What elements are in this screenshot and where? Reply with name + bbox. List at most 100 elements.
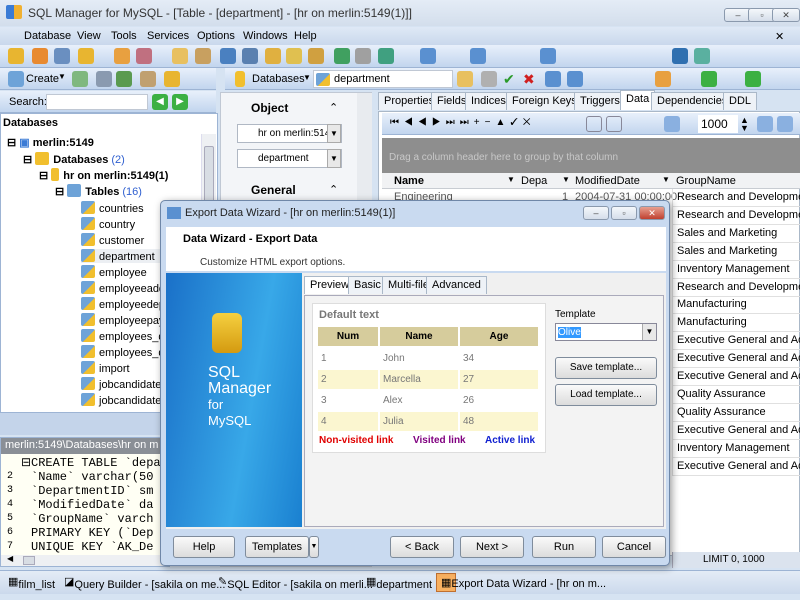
limit-input[interactable]: 1000 xyxy=(698,115,738,133)
tree-table-item[interactable]: employee xyxy=(81,265,147,279)
cell-groupname[interactable]: Executive General and Admi xyxy=(672,421,800,440)
disconnect-icon[interactable] xyxy=(136,48,152,64)
column-filter-icon[interactable]: ▼ xyxy=(562,175,570,184)
help-button[interactable]: Help xyxy=(173,536,235,558)
register-icon[interactable] xyxy=(54,48,70,64)
tree-table-item-selected[interactable]: department xyxy=(81,249,161,263)
window-icon[interactable] xyxy=(420,48,436,64)
templates-button[interactable]: Templates xyxy=(245,536,309,558)
properties-icon[interactable] xyxy=(140,71,156,87)
menu-services[interactable]: Services xyxy=(147,30,189,42)
print-data-icon[interactable] xyxy=(481,71,497,87)
page-prev-icon[interactable] xyxy=(664,116,680,132)
settings-icon[interactable] xyxy=(672,48,688,64)
next-button[interactable]: Next > xyxy=(460,536,524,558)
tree-tables[interactable]: ⊟ Tables (16) xyxy=(55,184,142,198)
cell-groupname[interactable]: Executive General and Admi xyxy=(672,457,800,476)
code-line[interactable]: `DepartmentID` sm xyxy=(31,484,153,498)
db-props-icon[interactable] xyxy=(78,48,94,64)
collapse-general-icon[interactable]: ⌃ xyxy=(329,183,338,196)
sql-editor-icon[interactable] xyxy=(172,48,188,64)
page-next-icon[interactable] xyxy=(757,116,773,132)
code-line[interactable]: `Name` varchar(50 xyxy=(31,470,153,484)
search-next-icon[interactable]: ▶ xyxy=(172,94,188,110)
object-combo[interactable]: department xyxy=(313,70,453,88)
limit-spinner[interactable]: ▲ ▼ xyxy=(740,116,749,133)
editor-hscrollbar[interactable]: ◀ xyxy=(1,554,169,566)
search-input[interactable] xyxy=(46,94,148,110)
dialog-close-button[interactable]: ✕ xyxy=(639,206,665,220)
drop-db-icon[interactable] xyxy=(32,48,48,64)
next-icon[interactable] xyxy=(701,71,717,87)
save-template-button[interactable]: Save template... xyxy=(555,357,657,379)
tree-table-item[interactable]: import xyxy=(81,361,130,375)
dialog-minimize-button[interactable]: – xyxy=(583,206,609,220)
cell-groupname[interactable]: Quality Assurance xyxy=(672,385,800,404)
cell-groupname[interactable]: Research and Development xyxy=(672,278,800,297)
tree-table-item[interactable]: jobcandidate xyxy=(81,377,161,391)
cell-groupname[interactable]: Manufacturing xyxy=(672,314,800,333)
create-button[interactable]: Create xyxy=(26,73,59,85)
filter-data-icon[interactable] xyxy=(606,116,622,132)
run-button[interactable]: Run xyxy=(532,536,596,558)
cell-groupname[interactable]: Research and Development xyxy=(672,206,800,225)
cell-groupname[interactable]: Inventory Management xyxy=(672,260,800,279)
cell-groupname[interactable]: Manufacturing xyxy=(672,296,800,315)
dialog-maximize-button[interactable]: ▫ xyxy=(611,206,637,220)
group-by-panel[interactable]: Drag a column header here to group by th… xyxy=(382,138,800,173)
import-icon[interactable] xyxy=(286,48,302,64)
cell-groupname[interactable]: Executive General and Admi xyxy=(672,368,800,386)
tree-table-item[interactable]: country xyxy=(81,217,135,231)
new-db-icon[interactable] xyxy=(8,48,24,64)
tree-databases[interactable]: ⊟ Databases (2) xyxy=(23,152,125,166)
connect-icon[interactable] xyxy=(114,48,130,64)
collapse-icon[interactable]: ⌃ xyxy=(329,101,338,114)
template-dropdown-icon[interactable]: ▼ xyxy=(642,324,656,340)
tree-table-item[interactable]: employeedepa xyxy=(81,297,171,311)
tree-db-hr[interactable]: ⊟ hr on merlin:5149(1) xyxy=(39,168,168,182)
tree-server[interactable]: ⊟ ▣ merlin:5149 xyxy=(7,136,94,149)
load-template-button[interactable]: Load template... xyxy=(555,384,657,406)
task-query-builder[interactable]: ◪ Query Builder - [sakila on me... xyxy=(64,575,225,591)
tab-indices[interactable]: Indices xyxy=(465,92,512,110)
column-filter-icon[interactable]: ▼ xyxy=(507,175,515,184)
tab-advanced[interactable]: Advanced xyxy=(426,276,487,294)
refresh-data-icon[interactable] xyxy=(586,116,602,132)
code-line[interactable]: `ModifiedDate` da xyxy=(31,498,153,512)
tree-table-item[interactable]: countries xyxy=(81,201,144,215)
view-icon[interactable] xyxy=(545,71,561,87)
code-line[interactable]: `GroupName` varch xyxy=(31,512,153,526)
task-film-list[interactable]: ▦ film_list xyxy=(8,575,55,591)
search-prev-icon[interactable]: ◀ xyxy=(152,94,168,110)
tree-table-item[interactable]: customer xyxy=(81,233,144,247)
forward-icon[interactable] xyxy=(745,71,761,87)
tab-triggers[interactable]: Triggers xyxy=(574,92,626,110)
tab-dependencies[interactable]: Dependencies xyxy=(651,92,734,110)
column-filter-icon[interactable]: ▼ xyxy=(662,175,670,184)
cell-groupname[interactable]: Research and Development xyxy=(672,189,800,207)
task-department[interactable]: ▦ department xyxy=(366,575,432,591)
table-combo-arrow-icon[interactable]: ▼ xyxy=(327,149,341,168)
run-icon[interactable] xyxy=(457,71,473,87)
db-combo-arrow-icon[interactable]: ▼ xyxy=(327,124,341,143)
cascade-icon[interactable] xyxy=(540,48,556,64)
menu-windows[interactable]: Windows xyxy=(243,30,288,42)
menu-database[interactable]: Database xyxy=(24,30,71,42)
rollback-icon[interactable]: ✖ xyxy=(523,71,539,87)
query-builder-icon[interactable] xyxy=(220,48,236,64)
tree-table-item[interactable]: jobcandidate_ xyxy=(81,393,168,407)
cell-groupname[interactable]: Quality Assurance xyxy=(672,403,800,422)
page-last-icon[interactable] xyxy=(777,116,793,132)
cell-groupname[interactable]: Executive General and Admi xyxy=(672,350,800,369)
code-line[interactable]: PRIMARY KEY (`Dep xyxy=(31,526,153,540)
mdi-close-icon[interactable]: ✕ xyxy=(775,30,784,43)
tab-data[interactable]: Data xyxy=(620,90,656,110)
view2-icon[interactable] xyxy=(567,71,583,87)
export-icon[interactable] xyxy=(265,48,281,64)
cell-groupname[interactable]: Sales and Marketing xyxy=(672,224,800,243)
help-icon[interactable] xyxy=(694,48,710,64)
backup-icon[interactable] xyxy=(308,48,324,64)
column-header-groupname[interactable]: GroupName xyxy=(676,175,736,187)
export-data-icon[interactable] xyxy=(655,71,671,87)
back-button[interactable]: < Back xyxy=(390,536,454,558)
